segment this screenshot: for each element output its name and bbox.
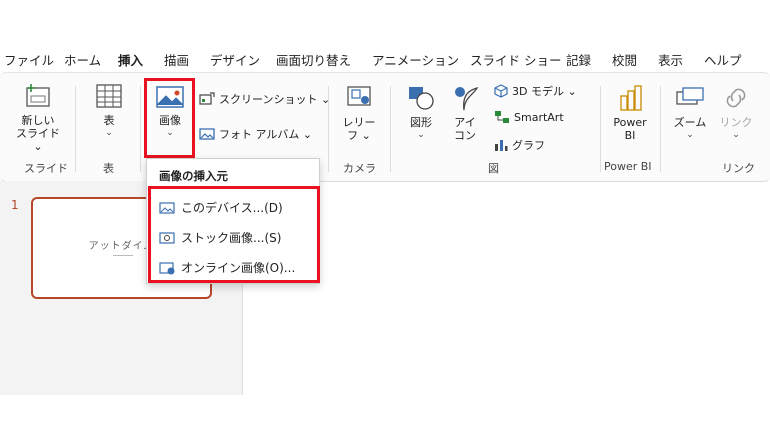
- icons-icon: [455, 86, 479, 111]
- smartart-label: SmartArt: [514, 110, 564, 124]
- 3d-model-label: 3D モデル ⌄: [512, 85, 577, 98]
- tab-design[interactable]: デザイン: [210, 50, 260, 69]
- group-separator: [660, 86, 661, 172]
- photo-album-button[interactable]: フォト アルバム ⌄: [199, 126, 312, 142]
- power-bi-label-1: Power: [613, 116, 647, 129]
- icons-label-2: コン: [454, 129, 476, 142]
- menu-item-label: オンライン画像(O)...: [181, 261, 296, 275]
- thumbnail-subtitle-line: [113, 255, 133, 256]
- shapes-button[interactable]: 図形 ⌄: [400, 84, 442, 142]
- chevron-down-icon: ⌄: [166, 128, 174, 138]
- chevron-down-icon: ⌄: [686, 130, 694, 140]
- icons-label-1: アイ: [454, 116, 476, 129]
- chevron-down-icon: ⌄: [417, 130, 425, 140]
- image-source-dropdown: 画像の挿入元 このデバイス...(D) ストック画像...(S) オンライン画像…: [146, 158, 320, 284]
- cameo-label-1: レリー: [342, 116, 376, 129]
- group-label-slides: スライド: [24, 162, 68, 175]
- screenshot-button[interactable]: スクリーンショット ⌄: [199, 91, 330, 107]
- cameo-button[interactable]: レリー フ ⌄: [338, 84, 380, 142]
- shapes-label: 図形: [410, 116, 432, 129]
- shapes-icon: [409, 87, 434, 110]
- new-slide-label-2: スライド ⌄: [16, 127, 60, 153]
- menu-item-label: ストック画像...(S): [181, 231, 282, 245]
- slide-number: 1: [11, 198, 19, 212]
- power-bi-label-2: BI: [624, 129, 636, 142]
- table-icon: [96, 84, 122, 108]
- group-separator: [140, 86, 141, 172]
- stock-image-icon: [159, 231, 175, 244]
- icons-button[interactable]: アイ コン: [446, 84, 484, 142]
- cameo-label-2: フ ⌄: [347, 129, 371, 142]
- tab-draw[interactable]: 描画: [164, 50, 189, 69]
- tab-review[interactable]: 校閲: [612, 50, 637, 69]
- device-image-icon: [159, 201, 175, 214]
- image-label: 画像: [159, 114, 181, 127]
- tab-view[interactable]: 表示: [658, 50, 683, 69]
- new-slide-button[interactable]: 新しい スライド ⌄: [14, 82, 62, 153]
- power-bi-icon: [620, 85, 642, 111]
- photo-album-icon: [199, 128, 215, 140]
- link-label: リンク: [719, 116, 753, 129]
- smartart-icon: [495, 111, 509, 123]
- zoom-button[interactable]: ズーム ⌄: [668, 84, 712, 142]
- dropdown-header: 画像の挿入元: [159, 169, 228, 183]
- smartart-button[interactable]: SmartArt: [494, 110, 564, 124]
- screenshot-label: スクリーンショット ⌄: [219, 93, 331, 106]
- screenshot-icon: [199, 92, 215, 105]
- image-button[interactable]: 画像 ⌄: [150, 84, 190, 140]
- tab-file[interactable]: ファイル: [4, 50, 54, 69]
- tab-slideshow[interactable]: スライド ショー: [470, 50, 561, 69]
- zoom-label: ズーム: [673, 116, 707, 129]
- new-slide-label-1: 新しい: [21, 114, 55, 127]
- group-label-tables: 表: [103, 162, 114, 175]
- chart-label: グラフ: [512, 139, 545, 152]
- menu-item-stock-images[interactable]: ストック画像...(S): [159, 229, 281, 246]
- power-bi-button[interactable]: Power BI: [608, 84, 652, 142]
- zoom-icon: [676, 87, 704, 105]
- group-separator: [75, 86, 76, 172]
- cameo-icon: [347, 86, 371, 106]
- link-button[interactable]: リンク ⌄: [716, 84, 756, 142]
- bar-chart-icon: [495, 140, 508, 151]
- photo-album-label: フォト アルバム ⌄: [219, 128, 313, 141]
- table-label: 表: [103, 114, 115, 127]
- tab-insert[interactable]: 挿入: [118, 50, 144, 74]
- picture-icon: [156, 86, 184, 108]
- chart-button[interactable]: グラフ: [494, 137, 545, 153]
- chevron-down-icon: ⌄: [732, 130, 740, 140]
- tab-record[interactable]: 記録: [566, 50, 591, 69]
- group-label-camera: カメラ: [343, 162, 376, 175]
- new-slide-icon: [26, 84, 50, 107]
- group-label-illustrations: 図: [488, 162, 499, 175]
- link-icon: [726, 88, 746, 108]
- group-label-power-bi: Power BI: [604, 160, 652, 173]
- group-separator: [390, 86, 391, 172]
- table-button[interactable]: 表 ⌄: [88, 82, 130, 140]
- group-separator: [328, 86, 329, 172]
- 3d-model-button[interactable]: 3D モデル ⌄: [494, 83, 577, 99]
- online-image-icon: [159, 261, 175, 274]
- tab-animations[interactable]: アニメーション: [372, 50, 459, 69]
- menu-item-online-images[interactable]: オンライン画像(O)...: [159, 259, 295, 276]
- menu-item-label: このデバイス...(D): [181, 201, 283, 215]
- tab-home[interactable]: ホーム: [64, 50, 101, 69]
- ribbon-tab-bar: ファイル ホーム 挿入 描画 デザイン 画面切り替え アニメーション スライド …: [0, 46, 770, 74]
- menu-item-this-device[interactable]: このデバイス...(D): [159, 199, 283, 216]
- cube-icon: [494, 84, 508, 98]
- group-separator: [600, 86, 601, 172]
- tab-help[interactable]: ヘルプ: [704, 50, 742, 69]
- tab-transitions[interactable]: 画面切り替え: [276, 50, 351, 69]
- group-label-links: リンク: [722, 162, 755, 175]
- chevron-down-icon: ⌄: [105, 128, 113, 138]
